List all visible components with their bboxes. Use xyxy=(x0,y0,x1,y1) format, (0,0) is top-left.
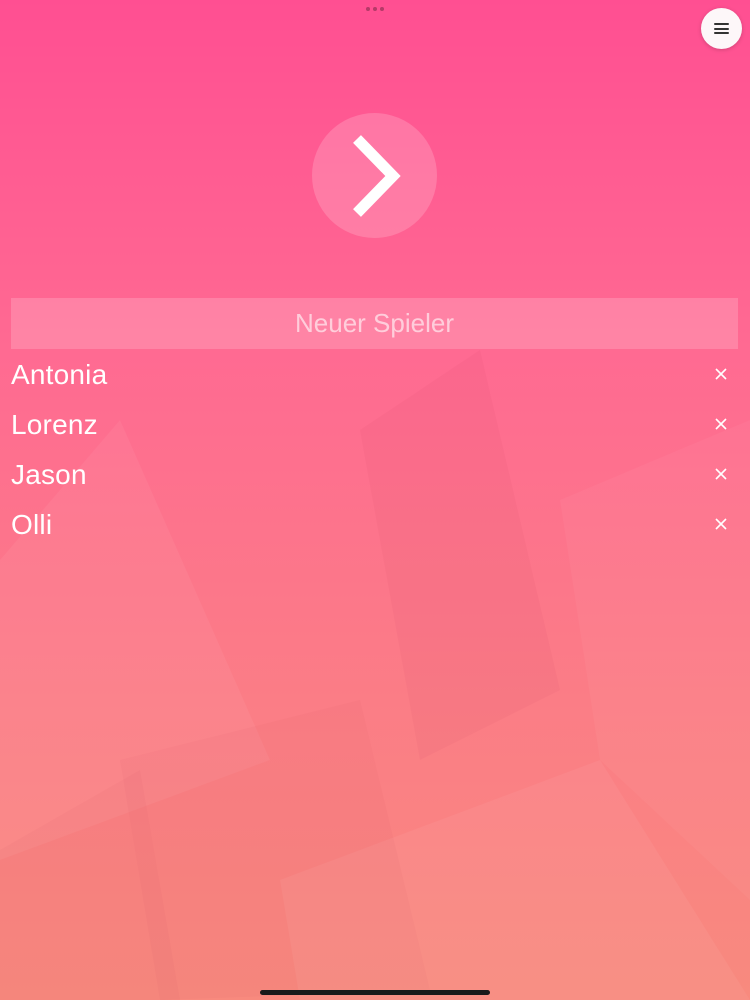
close-icon xyxy=(715,518,727,530)
player-name: Antonia xyxy=(11,359,108,390)
dot xyxy=(366,7,370,11)
ellipsis-icon[interactable] xyxy=(366,7,384,11)
remove-player-button[interactable] xyxy=(706,459,736,489)
hamburger-menu-icon xyxy=(714,23,729,34)
close-icon xyxy=(715,368,727,380)
home-indicator[interactable] xyxy=(260,990,490,995)
dot xyxy=(373,7,377,11)
close-icon xyxy=(715,468,727,480)
remove-player-button[interactable] xyxy=(706,409,736,439)
player-name: Jason xyxy=(11,459,87,490)
next-button[interactable] xyxy=(312,113,437,238)
remove-player-button[interactable] xyxy=(706,359,736,389)
player-row: Jason xyxy=(0,450,750,500)
new-player-input[interactable] xyxy=(11,298,738,349)
chevron-right-icon xyxy=(352,134,401,217)
player-name: Lorenz xyxy=(11,409,98,440)
player-row: Antonia xyxy=(0,350,750,400)
player-name: Olli xyxy=(11,509,53,540)
remove-player-button[interactable] xyxy=(706,509,736,539)
menu-button[interactable] xyxy=(701,8,742,49)
player-list: Antonia Lorenz Jason Olli xyxy=(0,350,750,550)
dot xyxy=(380,7,384,11)
player-row: Olli xyxy=(0,500,750,550)
player-row: Lorenz xyxy=(0,400,750,450)
close-icon xyxy=(715,418,727,430)
